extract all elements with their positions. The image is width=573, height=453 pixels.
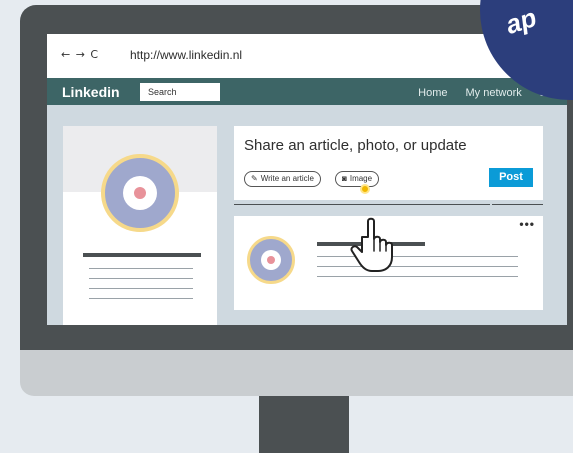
share-prompt[interactable]: Share an article, photo, or update — [244, 137, 467, 154]
search-input[interactable]: Search — [140, 83, 220, 101]
click-indicator — [360, 184, 370, 194]
profile-card — [63, 126, 217, 325]
post-text-line — [317, 276, 518, 277]
hand-cursor-icon — [350, 217, 393, 272]
write-article-button[interactable]: ✎ Write an article — [244, 171, 321, 187]
browser-screen: ← → C http://www.linkedin.nl Linkedin Se… — [47, 34, 567, 325]
back-forward-refresh-icons[interactable]: ← → C — [61, 48, 99, 61]
monitor-stand — [259, 396, 349, 453]
linkedin-header: Linkedin Search Home My network Jobs — [47, 78, 567, 105]
profile-text-line — [89, 278, 193, 279]
divider — [234, 204, 490, 205]
profile-name-placeholder — [83, 253, 201, 257]
profile-text-line — [89, 298, 193, 299]
nav-my-network[interactable]: My network — [466, 87, 522, 99]
post-button[interactable]: Post — [489, 168, 533, 187]
image-button[interactable]: ◙ Image — [335, 171, 380, 187]
share-box: Share an article, photo, or update ✎ Wri… — [234, 126, 543, 200]
avatar-dot — [134, 187, 146, 199]
nav-home[interactable]: Home — [418, 87, 447, 99]
avatar-dot — [267, 256, 275, 264]
linkedin-logo[interactable]: Linkedin — [62, 84, 120, 100]
camera-icon: ◙ — [342, 174, 347, 183]
more-options-icon[interactable]: ••• — [519, 217, 535, 231]
divider — [492, 204, 543, 205]
pencil-icon: ✎ — [251, 174, 258, 183]
avatar-inner-circle — [123, 176, 157, 210]
profile-text-line — [89, 268, 193, 269]
badge-text: ap — [501, 2, 541, 40]
avatar[interactable] — [101, 154, 179, 232]
avatar-inner-circle — [261, 250, 281, 270]
illustration: ← → C http://www.linkedin.nl Linkedin Se… — [0, 0, 573, 453]
profile-text-line — [89, 288, 193, 289]
post-avatar[interactable] — [247, 236, 295, 284]
url-field[interactable]: http://www.linkedin.nl — [130, 48, 242, 62]
write-article-label: Write an article — [260, 174, 314, 183]
monitor-chin — [20, 350, 573, 396]
